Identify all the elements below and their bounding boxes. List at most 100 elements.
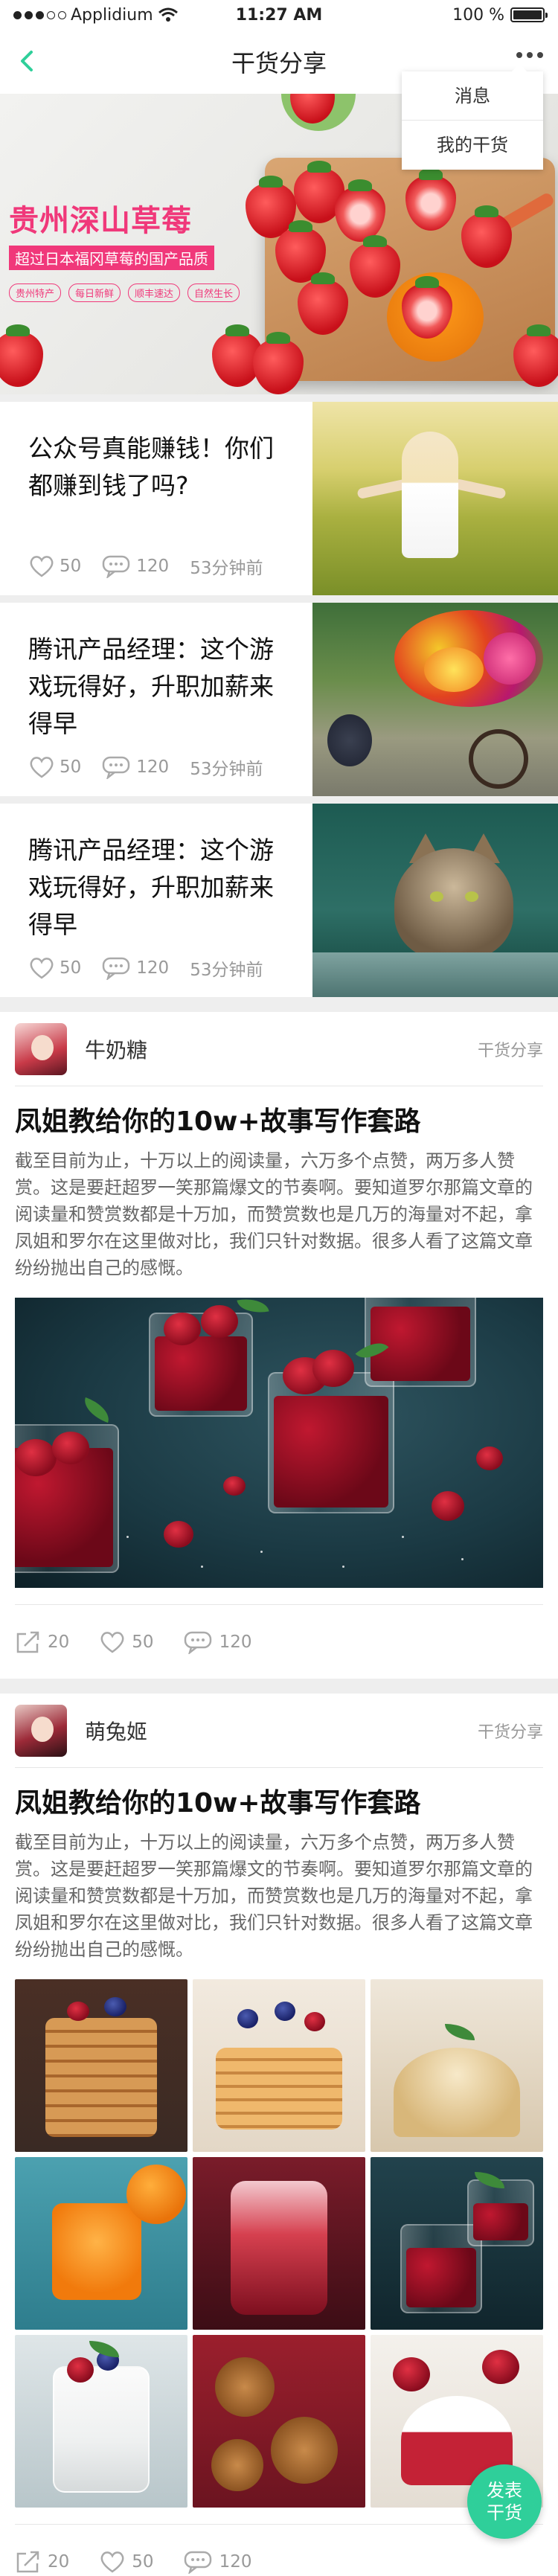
like-count[interactable]: 50 [99, 2550, 154, 2574]
battery-icon [510, 7, 548, 22]
heart-icon [30, 757, 54, 778]
comment-count[interactable]: 120 [184, 2550, 251, 2574]
article-thumbnail [312, 603, 558, 796]
banner-tag: 每日新鲜 [68, 283, 121, 302]
post-actions: 20 50 120 [15, 1604, 543, 1679]
post-author[interactable]: 牛奶糖 [85, 1034, 147, 1064]
heart-icon [30, 556, 54, 577]
grid-image[interactable] [193, 2335, 365, 2508]
post-category: 干货分享 [477, 1041, 543, 1060]
heart-icon [100, 1631, 124, 1653]
strawberry-image [253, 332, 304, 394]
heart-icon [100, 2551, 124, 2573]
like-count-value: 50 [132, 2551, 154, 2572]
article-meta: 50 120 53分钟前 [28, 955, 263, 981]
share-count-value: 20 [48, 1632, 70, 1652]
article-time: 53分钟前 [190, 961, 263, 980]
avatar[interactable] [15, 1022, 67, 1075]
menu-item-my-posts[interactable]: 我的干货 [402, 121, 543, 170]
banner-title: 贵州深山草莓 [9, 196, 247, 240]
comment-icon [103, 555, 130, 578]
grid-image[interactable] [15, 1979, 187, 2152]
banner-title-part2: 深山草莓 [70, 204, 192, 238]
signal-strength-icon [13, 10, 66, 19]
article-title: 腾讯产品经理：这个游戏玩得好，升职加薪来得早 [28, 836, 274, 939]
more-menu: 消息 我的干货 [402, 64, 543, 170]
share-icon [16, 2551, 39, 2572]
banner-text: 贵州深山草莓 超过日本福冈草莓的国产品质 贵州特产 每日新鲜 顺丰速达 自然生长 [9, 196, 247, 302]
banner-tags: 贵州特产 每日新鲜 顺丰速达 自然生长 [9, 283, 247, 302]
like-count-value: 50 [132, 1632, 154, 1652]
post-category: 干货分享 [477, 1723, 543, 1742]
comment-count-value: 120 [136, 958, 170, 978]
article-card[interactable]: 公众号真能赚钱！你们都赚到钱了吗? 50 120 53分钟前 [0, 402, 558, 595]
banner-tag: 贵州特产 [9, 283, 62, 302]
post-image[interactable] [15, 1298, 543, 1588]
comment-count-value: 120 [136, 557, 170, 576]
grid-image[interactable] [193, 2157, 365, 2330]
share-icon [16, 1631, 39, 1653]
strawberry-image [0, 324, 43, 387]
grid-image[interactable] [371, 1979, 543, 2152]
like-count-value: 50 [60, 557, 82, 576]
grid-image[interactable] [193, 1979, 365, 2152]
share-count[interactable]: 20 [15, 1630, 69, 1654]
chevron-left-icon[interactable] [13, 46, 43, 76]
publish-button[interactable]: 发表 干货 [467, 2464, 542, 2539]
post-title: 凤姐教给你的10w+故事写作套路 [15, 1788, 421, 1819]
like-count-value: 50 [60, 958, 82, 978]
banner-tag: 自然生长 [187, 283, 240, 302]
banner-title-part1: 贵州 [9, 204, 70, 238]
post-title: 凤姐教给你的10w+故事写作套路 [15, 1106, 421, 1137]
post-author[interactable]: 萌兔姬 [85, 1716, 147, 1746]
comment-icon [184, 2551, 211, 2574]
like-count-value: 50 [60, 757, 82, 777]
comment-count[interactable]: 120 [184, 1630, 252, 1654]
article-card[interactable]: 腾讯产品经理：这个游戏玩得好，升职加薪来得早 50 120 53分钟前 [0, 603, 558, 796]
heart-icon [30, 958, 54, 979]
comment-icon [103, 957, 130, 980]
post-image-grid [15, 1979, 543, 2508]
comment-icon [184, 1631, 211, 1654]
post-body: 截至目前为止，十万以上的阅读量，六万多个点赞，两万多人赞赏。这是要赶超罗一笑那篇… [15, 1150, 533, 1278]
grid-image[interactable] [15, 2157, 187, 2330]
menu-item-messages[interactable]: 消息 [402, 71, 543, 121]
more-dots-icon[interactable] [516, 52, 543, 58]
battery-level [513, 10, 542, 19]
status-right: 100 % [452, 6, 548, 25]
like-count[interactable]: 50 [28, 956, 81, 980]
feed-post[interactable]: 牛奶糖 干货分享 凤姐教给你的10w+故事写作套路 截至目前为止，十万以上的阅读… [0, 1012, 558, 1679]
like-count[interactable]: 50 [99, 1630, 154, 1654]
article-meta: 50 120 53分钟前 [28, 754, 263, 780]
post-header: 牛奶糖 干货分享 [15, 1012, 543, 1086]
like-count[interactable]: 50 [28, 554, 81, 578]
feed-post[interactable]: 萌兔姬 干货分享 凤姐教给你的10w+故事写作套路 截至目前为止，十万以上的阅读… [0, 1694, 558, 2576]
status-bar: Applidium 11:27 AM 100 % [0, 0, 558, 30]
post-body: 截至目前为止，十万以上的阅读量，六万多个点赞，两万多人赞赏。这是要赶超罗一笑那篇… [15, 1832, 533, 1960]
publish-button-line1: 发表 [487, 2480, 522, 2501]
avatar[interactable] [15, 1704, 67, 1757]
article-card[interactable]: 腾讯产品经理：这个游戏玩得好，升职加薪来得早 50 120 53分钟前 [0, 804, 558, 997]
wifi-icon [158, 7, 178, 22]
article-title: 腾讯产品经理：这个游戏玩得好，升职加薪来得早 [28, 635, 274, 738]
article-title: 公众号真能赚钱！你们都赚到钱了吗? [28, 434, 274, 500]
grid-image[interactable] [15, 2335, 187, 2508]
grid-image[interactable] [371, 2157, 543, 2330]
comment-count[interactable]: 120 [102, 554, 169, 578]
share-count-value: 20 [48, 2551, 70, 2572]
comment-count[interactable]: 120 [102, 956, 169, 980]
article-thumbnail [312, 804, 558, 997]
article-time: 53分钟前 [190, 760, 263, 779]
comment-count[interactable]: 120 [102, 755, 169, 779]
banner-subtitle: 超过日本福冈草莓的国产品质 [9, 246, 214, 270]
publish-button-line2: 干货 [487, 2502, 522, 2523]
article-thumbnail [312, 402, 558, 595]
post-actions: 20 50 120 [15, 2524, 543, 2576]
comment-count-value: 120 [219, 1632, 252, 1652]
banner-tag: 顺丰速达 [128, 283, 181, 302]
like-count[interactable]: 50 [28, 755, 81, 779]
status-left: Applidium [13, 6, 179, 25]
article-meta: 50 120 53分钟前 [28, 554, 263, 579]
comment-icon [103, 756, 130, 779]
share-count[interactable]: 20 [15, 2550, 69, 2574]
